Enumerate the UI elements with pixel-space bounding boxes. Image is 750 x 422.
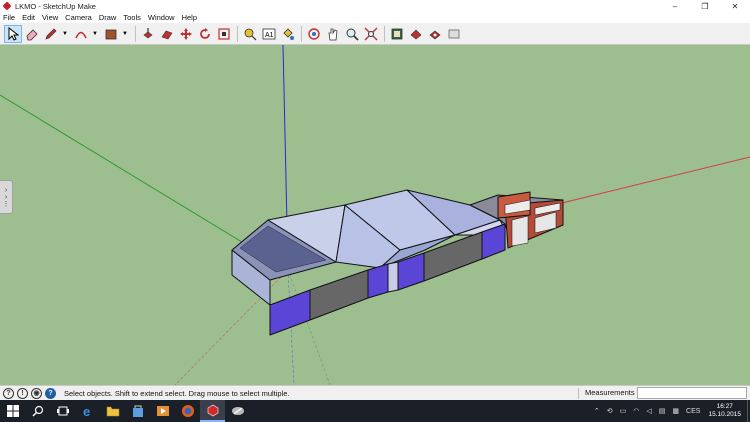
sketchup-taskbar-icon[interactable] <box>200 400 225 422</box>
menu-window[interactable]: Window <box>148 13 175 22</box>
offset-tool-icon[interactable] <box>215 25 233 43</box>
toolbar-divider <box>237 25 238 42</box>
chevron-right-icon: › <box>4 186 8 194</box>
menu-bar: File Edit View Camera Draw Tools Window … <box>0 12 750 23</box>
status-message: Select objects. Shift to extend select. … <box>64 388 290 398</box>
clock[interactable]: 16:27 15.10.2015 <box>708 403 741 419</box>
other-app-icon[interactable] <box>225 400 250 422</box>
clock-date: 15.10.2015 <box>708 411 741 418</box>
tray-toggle-handle[interactable]: › › ⋮ <box>0 180 13 214</box>
wifi-icon[interactable]: ◠ <box>633 407 639 415</box>
edge-browser-icon[interactable]: e <box>75 400 100 422</box>
pan-tool-icon[interactable] <box>324 25 342 43</box>
file-explorer-icon[interactable] <box>100 400 125 422</box>
system-tray: ⌃ ⟲ ▭ ◠ ◁ ▤ ▦ CES 16:27 15.10.2015 <box>587 400 750 422</box>
toolbar-divider <box>384 25 385 42</box>
svg-text:e: e <box>83 404 90 418</box>
zoom-extents-tool-icon[interactable] <box>362 25 380 43</box>
close-button[interactable]: ✕ <box>720 0 750 12</box>
pencil-line-tool-icon[interactable] <box>42 25 60 43</box>
menu-view[interactable]: View <box>42 13 58 22</box>
menu-tools[interactable]: Tools <box>123 13 141 22</box>
rotate-tool-icon[interactable] <box>196 25 214 43</box>
windows-start-icon[interactable] <box>0 400 25 422</box>
search-icon[interactable] <box>25 400 50 422</box>
tape-measure-tool-icon[interactable] <box>241 25 259 43</box>
minimize-button[interactable]: – <box>660 0 690 12</box>
status-bar: ? ! ◉ ? Select objects. Shift to extend … <box>0 385 750 400</box>
shapes-tool-icon[interactable] <box>102 25 120 43</box>
push-pull-tool-icon[interactable] <box>139 25 157 43</box>
volume-icon[interactable]: ◁ <box>646 407 651 415</box>
instructor-help-icon[interactable]: ? <box>45 387 56 399</box>
maximize-button[interactable]: ❐ <box>690 0 720 12</box>
zoom-tool-icon[interactable] <box>343 25 361 43</box>
shapes-dropdown-arrow-icon[interactable]: ▼ <box>121 25 129 43</box>
orbit-tool-icon[interactable] <box>305 25 323 43</box>
line-dropdown-arrow-icon[interactable]: ▼ <box>61 25 69 43</box>
sketchup-app-icon <box>2 1 12 11</box>
arc-dropdown-arrow-icon[interactable]: ▼ <box>91 25 99 43</box>
notifications-icon[interactable]: ▤ <box>659 407 666 415</box>
credits-icon[interactable]: ! <box>17 387 28 399</box>
firefox-icon[interactable] <box>175 400 200 422</box>
keyboard-icon[interactable]: ▦ <box>672 407 679 415</box>
windows-taskbar: e ⌃ ⟲ ▭ ◠ ◁ ▤ ▦ CES 16:27 15.10.2015 <box>0 400 750 422</box>
window-controls: – ❐ ✕ <box>660 0 750 12</box>
move-tool-icon[interactable] <box>177 25 195 43</box>
menu-help[interactable]: Help <box>182 13 197 22</box>
toolbar-divider <box>135 25 136 42</box>
menu-edit[interactable]: Edit <box>22 13 35 22</box>
menu-file[interactable]: File <box>3 13 15 22</box>
measurements-input[interactable] <box>637 387 747 399</box>
task-view-icon[interactable] <box>50 400 75 422</box>
grip-dots-icon: ⋮ <box>2 200 10 208</box>
layout-send-icon[interactable] <box>445 25 463 43</box>
eraser-tool-icon[interactable] <box>23 25 41 43</box>
extension-manager-icon[interactable] <box>426 25 444 43</box>
select-tool-icon[interactable] <box>4 24 22 43</box>
input-language[interactable]: CES <box>686 408 700 415</box>
chevron-right-icon: › <box>4 193 8 201</box>
store-icon[interactable] <box>125 400 150 422</box>
media-player-icon[interactable] <box>150 400 175 422</box>
paint-bucket-tool-icon[interactable] <box>279 25 297 43</box>
main-toolbar: ▼ ▼ ▼ A1 <box>0 23 750 45</box>
window-title: LKMO - SketchUp Make <box>15 1 96 11</box>
arc-tool-icon[interactable] <box>72 25 90 43</box>
battery-icon[interactable]: ▭ <box>620 407 627 415</box>
clock-time: 16:27 <box>716 403 733 410</box>
extension-warehouse-icon[interactable] <box>407 25 425 43</box>
follow-me-tool-icon[interactable] <box>158 25 176 43</box>
sync-icon[interactable]: ⟲ <box>607 407 613 415</box>
svg-text:A1: A1 <box>265 32 274 39</box>
user-account-icon[interactable]: ◉ <box>31 387 42 399</box>
tray-overflow-chevron-icon[interactable]: ⌃ <box>594 407 600 415</box>
menu-camera[interactable]: Camera <box>65 13 92 22</box>
measurements-label: Measurements <box>585 388 635 397</box>
title-bar: LKMO - SketchUp Make – ❐ ✕ <box>0 0 750 12</box>
toolbar-divider <box>301 25 302 42</box>
text-tool-icon[interactable]: A1 <box>260 25 278 43</box>
3d-warehouse-icon[interactable] <box>388 25 406 43</box>
geolocation-icon[interactable]: ? <box>3 387 14 399</box>
status-divider <box>578 388 579 399</box>
building-model[interactable] <box>231 189 564 336</box>
model-canvas[interactable] <box>0 45 750 385</box>
menu-draw[interactable]: Draw <box>99 13 117 22</box>
model-viewport[interactable]: › › ⋮ <box>0 45 750 385</box>
